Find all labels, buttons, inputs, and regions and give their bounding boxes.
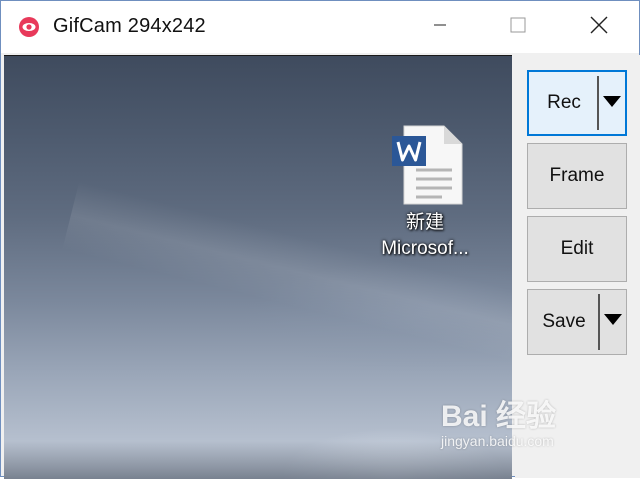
word-document-icon bbox=[390, 124, 464, 206]
dropdown-arrow-icon[interactable] bbox=[604, 314, 622, 325]
desktop-icon-label-line2: Microsof... bbox=[381, 238, 469, 259]
desktop-icon-label-line1: 新建 bbox=[405, 212, 444, 233]
desktop-file-icon[interactable]: 新建 Microsof... bbox=[360, 124, 490, 274]
rec-button-label: Rec bbox=[547, 92, 581, 113]
close-button[interactable] bbox=[576, 1, 622, 53]
rec-button[interactable]: Rec bbox=[527, 70, 627, 136]
dropdown-arrow-icon[interactable] bbox=[603, 96, 621, 107]
toolbar-panel: Rec Frame Edit Save bbox=[515, 55, 640, 478]
minimize-icon bbox=[433, 18, 447, 37]
capture-area[interactable]: 新建 Microsof... bbox=[4, 55, 512, 479]
edit-button-label: Edit bbox=[560, 238, 594, 259]
minimize-button[interactable] bbox=[417, 1, 463, 53]
save-button[interactable]: Save bbox=[527, 289, 627, 355]
edit-button[interactable]: Edit bbox=[527, 216, 627, 282]
gifcam-eye-icon bbox=[18, 16, 40, 38]
close-icon bbox=[590, 16, 608, 39]
save-split-divider bbox=[598, 294, 600, 350]
rec-split-divider bbox=[597, 76, 599, 130]
frame-button[interactable]: Frame bbox=[527, 143, 627, 209]
window-title: GifCam 294x242 bbox=[53, 15, 206, 37]
ground-shadow bbox=[4, 441, 512, 479]
gifcam-window: GifCam 294x242 新建 Microsof... Rec Frame … bbox=[0, 0, 640, 479]
maximize-icon bbox=[510, 17, 526, 38]
frame-button-label: Frame bbox=[549, 165, 605, 186]
save-button-label: Save bbox=[542, 311, 586, 332]
title-bar[interactable]: GifCam 294x242 bbox=[1, 1, 639, 53]
maximize-button[interactable] bbox=[495, 1, 541, 53]
